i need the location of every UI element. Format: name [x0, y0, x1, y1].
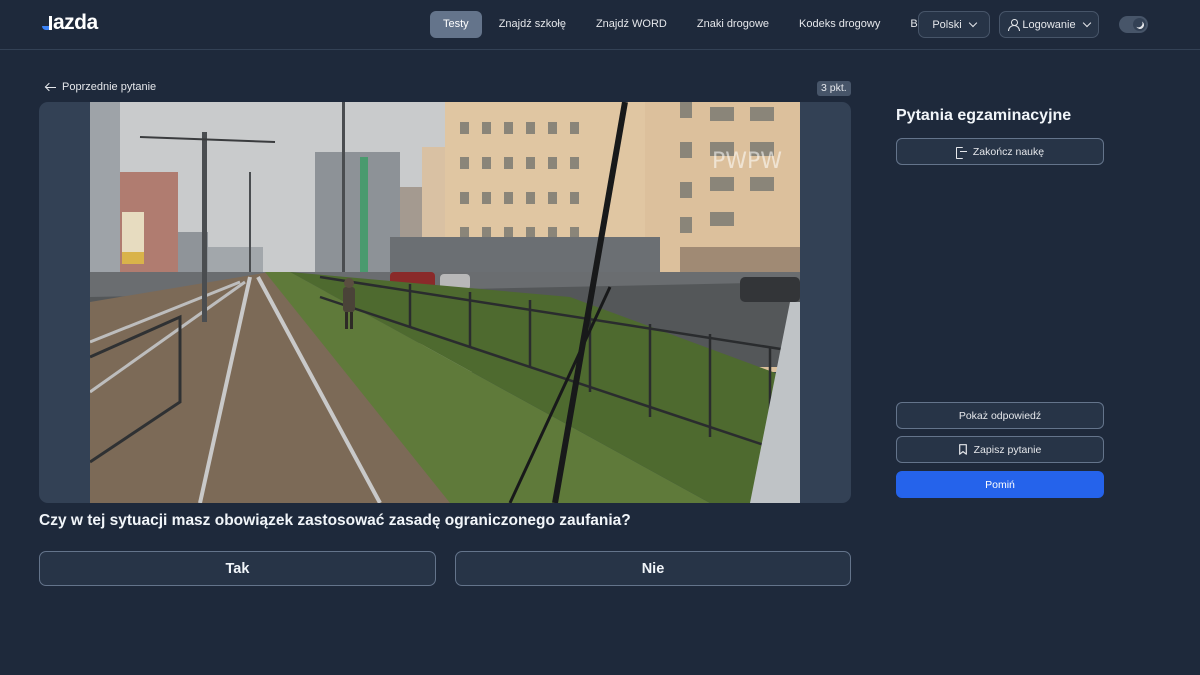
question-text: Czy w tej sytuacji masz obowiązek zastos…: [39, 512, 631, 529]
top-header: azda Testy Znajdź szkołę Znajdź WORD Zna…: [0, 0, 1200, 50]
watermark-text: PWPW: [712, 149, 782, 174]
answer-yes-button[interactable]: Tak: [39, 551, 436, 586]
save-question-button[interactable]: Zapisz pytanie: [896, 436, 1104, 463]
nav-znajdz-szkole[interactable]: Znajdź szkołę: [486, 11, 579, 38]
tram-track-scene-image: PWPW: [90, 102, 800, 503]
skip-button[interactable]: Pomiń: [896, 471, 1104, 498]
previous-question-label: Poprzednie pytanie: [62, 81, 157, 93]
chevron-down-icon: [1082, 18, 1091, 28]
end-learning-label: Zakończ naukę: [972, 145, 1045, 158]
arrow-left-icon: [45, 82, 56, 92]
user-icon: [1008, 19, 1021, 31]
language-select[interactable]: Polski: [918, 11, 990, 38]
answer-no-button[interactable]: Nie: [455, 551, 851, 586]
end-learning-button[interactable]: Zakończ naukę: [896, 138, 1104, 165]
logo-text: azda: [53, 11, 98, 34]
nav-znajdz-word[interactable]: Znajdź WORD: [583, 11, 680, 38]
main-nav: Testy Znajdź szkołę Znajdź WORD Znaki dr…: [430, 11, 949, 38]
save-question-label: Zapisz pytanie: [973, 443, 1042, 456]
show-answer-button[interactable]: Pokaż odpowiedź: [896, 402, 1104, 429]
logo-mark-icon: [42, 14, 52, 32]
points-badge: 3 pkt.: [817, 81, 851, 96]
chevron-down-icon: [968, 18, 977, 28]
login-label: Logowanie: [1022, 18, 1076, 31]
login-button[interactable]: Logowanie: [999, 11, 1099, 38]
toggle-knob: [1133, 18, 1146, 31]
nav-testy[interactable]: Testy: [430, 11, 482, 38]
logout-icon: [955, 146, 967, 159]
theme-toggle[interactable]: [1119, 16, 1148, 33]
bookmark-icon: [958, 444, 967, 455]
question-media: PWPW: [39, 102, 851, 503]
nav-kodeks-drogowy[interactable]: Kodeks drogowy: [786, 11, 893, 38]
logo[interactable]: azda: [42, 11, 98, 35]
language-label: Polski: [932, 18, 962, 31]
moon-icon: [1134, 19, 1144, 29]
nav-znaki-drogowe[interactable]: Znaki drogowe: [684, 11, 782, 38]
previous-question-link[interactable]: Poprzednie pytanie: [45, 81, 156, 93]
sidebar-title: Pytania egzaminacyjne: [896, 107, 1072, 124]
